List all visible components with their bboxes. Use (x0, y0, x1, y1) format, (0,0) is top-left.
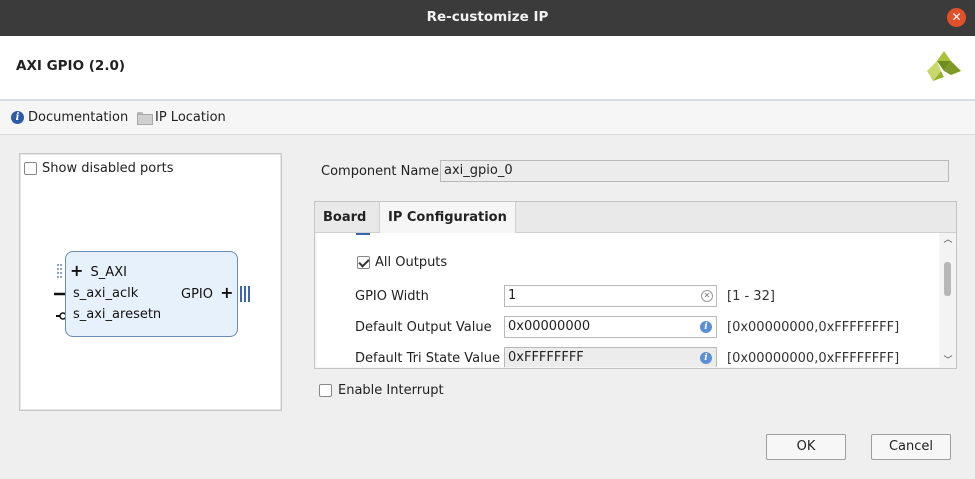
scrollbar-thumb[interactable] (944, 262, 951, 296)
close-icon[interactable]: ✕ (947, 8, 966, 27)
window-title: Re-customize IP (426, 9, 549, 25)
ip-configuration-content: All Outputs GPIO Width 1 ✕ [1 - 32] Defa… (317, 233, 939, 367)
info-icon[interactable]: i (700, 321, 712, 333)
tab-bar: Board IP Configuration (315, 202, 956, 234)
vendor-logo-icon (927, 51, 961, 81)
port-s-axi-aresetn[interactable]: s_axi_aresetn (73, 307, 161, 322)
port-connectors (54, 264, 66, 320)
scrolled-group-edge (356, 233, 370, 235)
component-name-input[interactable]: axi_gpio_0 (440, 160, 949, 182)
config-scrollbar[interactable]: ︿ ﹀ (940, 233, 956, 368)
dialog-header: AXI GPIO (2.0) (0, 36, 975, 99)
scroll-down-icon[interactable]: ﹀ (943, 356, 953, 366)
checkbox-box[interactable] (357, 256, 370, 269)
config-tab-panel: Board IP Configuration All Outputs GPIO … (314, 201, 957, 369)
gpio-width-input[interactable]: 1 ✕ (504, 285, 717, 307)
ip-block[interactable]: + S_AXI s_axi_aclk s_axi_aresetn GPIO + (65, 251, 238, 337)
ip-symbol-panel: Show disabled ports + S_AXI s_axi_aclk s… (19, 153, 282, 411)
info-icon[interactable]: i (700, 352, 712, 364)
tab-board[interactable]: Board (315, 202, 374, 233)
port-s-axi-aclk[interactable]: s_axi_aclk (73, 286, 138, 301)
component-name-label: Component Name (321, 164, 439, 179)
documentation-label: Documentation (28, 110, 129, 125)
default-tri-state-value-range: [0x00000000,0xFFFFFFFF] (727, 351, 900, 366)
ip-location-link[interactable]: IP Location (137, 110, 226, 125)
checkbox-box[interactable] (319, 384, 332, 397)
default-tri-state-value-input[interactable]: 0xFFFFFFFF i (504, 347, 717, 367)
show-disabled-ports-label: Show disabled ports (42, 161, 174, 176)
documentation-link[interactable]: i Documentation (11, 110, 128, 125)
port-gpio[interactable]: GPIO + (181, 283, 234, 303)
gpio-width-label: GPIO Width (355, 289, 429, 304)
default-output-value-label: Default Output Value (355, 320, 492, 335)
port-s-axi[interactable]: + S_AXI (70, 261, 127, 281)
checkbox-box[interactable] (24, 162, 37, 175)
cancel-button[interactable]: Cancel (871, 434, 951, 460)
clear-icon[interactable]: ✕ (701, 290, 713, 302)
enable-interrupt-checkbox[interactable]: Enable Interrupt (319, 383, 444, 398)
info-icon: i (11, 111, 24, 124)
scroll-up-icon[interactable]: ︿ (943, 235, 953, 245)
folder-icon (137, 112, 153, 125)
default-output-value-range: [0x00000000,0xFFFFFFFF] (727, 320, 900, 335)
gpio-width-range: [1 - 32] (727, 289, 775, 304)
all-outputs-checkbox[interactable]: All Outputs (357, 255, 447, 270)
ok-button[interactable]: OK (766, 434, 846, 460)
show-disabled-ports-checkbox[interactable]: Show disabled ports (24, 161, 173, 176)
ip-name: AXI GPIO (2.0) (16, 58, 126, 74)
default-tri-state-value-label: Default Tri State Value (355, 351, 500, 366)
enable-interrupt-label: Enable Interrupt (338, 383, 444, 398)
default-output-value-input[interactable]: 0x00000000 i (504, 316, 717, 338)
title-bar: Re-customize IP ✕ (0, 0, 975, 36)
link-bar: i Documentation IP Location (0, 101, 975, 135)
ip-location-label: IP Location (155, 110, 226, 125)
expand-plus-icon[interactable]: + (220, 283, 233, 302)
tab-ip-configuration[interactable]: IP Configuration (379, 202, 516, 234)
gpio-bus-connector (240, 286, 250, 302)
expand-plus-icon[interactable]: + (70, 261, 83, 280)
